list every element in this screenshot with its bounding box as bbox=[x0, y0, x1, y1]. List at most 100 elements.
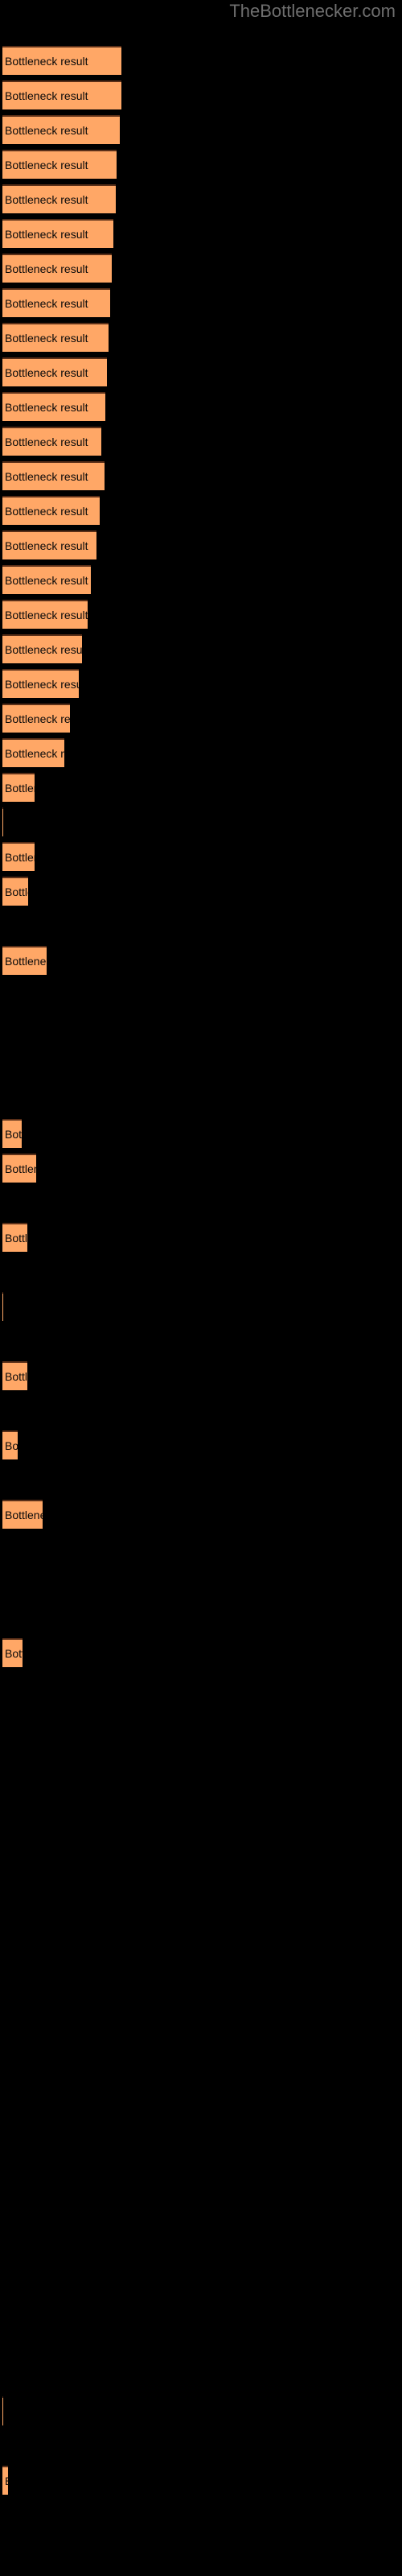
bar-row: Bottleneck result bbox=[0, 219, 402, 248]
bar-segment[interactable]: Bottleneck result bbox=[2, 461, 105, 490]
bar-segment[interactable]: Bottleneck result bbox=[2, 738, 64, 767]
bar-value-label: Bottleneck result bbox=[5, 193, 88, 206]
bar-row: Bottleneck result bbox=[0, 842, 402, 871]
bar-segment[interactable]: Bottleneck result bbox=[2, 877, 28, 906]
bar-row: Bottleneck result bbox=[0, 323, 402, 352]
bar-value-label: Bottleneck result bbox=[5, 436, 88, 448]
bar-segment[interactable]: Bottleneck result bbox=[2, 842, 35, 871]
bar-row: Bottleneck result bbox=[0, 427, 402, 456]
bar-segment[interactable]: Bottleneck result bbox=[2, 1292, 3, 1321]
bar-row: Bottleneck result bbox=[0, 807, 402, 836]
bar-value-label: Bottleneck result bbox=[5, 678, 79, 691]
bar-row: Bottleneck result bbox=[0, 461, 402, 490]
bar-segment[interactable]: Bottleneck result bbox=[2, 946, 47, 975]
bar-segment[interactable]: Bottleneck result bbox=[2, 496, 100, 525]
bar-row: Bottleneck result bbox=[0, 773, 402, 802]
bar-value-label: Bottleneck result bbox=[5, 2474, 8, 2488]
bar-value-label: Bottleneck result bbox=[5, 228, 88, 241]
bar-row: Bottleneck result bbox=[0, 1361, 402, 1390]
bar-value-label: Bottleneck result bbox=[5, 89, 88, 102]
bar-value-label: Bottleneck result bbox=[5, 886, 28, 898]
bar-segment[interactable]: Bottleneck result bbox=[2, 80, 121, 109]
chart-plot-area: Bottleneck result Bottleneck result Bottle… bbox=[0, 0, 402, 2576]
bar-segment[interactable]: Bottleneck result bbox=[2, 115, 120, 144]
bar-row: Bottleneck result bbox=[0, 46, 402, 75]
bar-segment[interactable]: Bottleneck result bbox=[2, 392, 105, 421]
bar-value-label: Bottleneck result bbox=[5, 470, 88, 483]
bar-row: Bottleneck result bbox=[0, 738, 402, 767]
bar-segment[interactable]: Bottleneck result bbox=[2, 219, 113, 248]
bar-row: Bottleneck result bbox=[0, 496, 402, 525]
bar-row: Bottleneck result bbox=[0, 150, 402, 179]
bar-segment[interactable]: Bottleneck result bbox=[2, 288, 110, 317]
bar-row: Bottleneck result bbox=[0, 2466, 402, 2495]
bar-value-label: Bottleneck result bbox=[5, 55, 88, 68]
bar-value-label: Bottleneck result bbox=[5, 262, 88, 275]
bar-segment[interactable]: Bottleneck result bbox=[2, 254, 112, 283]
bar-value-label: Bottleneck result bbox=[5, 712, 70, 725]
bar-row: Bottleneck result bbox=[0, 600, 402, 629]
bar-value-label: Bottleneck result bbox=[5, 1162, 36, 1175]
bar-value-label: Bottleneck result bbox=[5, 1232, 27, 1245]
bar-row: Bottleneck result bbox=[0, 80, 402, 109]
bar-value-label: Bottleneck result bbox=[5, 1370, 27, 1383]
bar-value-label: Bottleneck result bbox=[5, 747, 64, 760]
bar-row: Bottleneck result bbox=[0, 877, 402, 906]
bar-value-label: Bottleneck result bbox=[5, 782, 35, 795]
bar-value-label: Bottleneck result bbox=[5, 332, 88, 345]
bar-segment[interactable]: Bottleneck result bbox=[2, 773, 35, 802]
bar-row: Bottleneck result bbox=[0, 1638, 402, 1667]
bar-row: Bottleneck result bbox=[0, 530, 402, 559]
bar-row: Bottleneck result bbox=[0, 946, 402, 975]
bar-row: Bottleneck result bbox=[0, 1154, 402, 1183]
bar-segment[interactable]: Bottleneck result bbox=[2, 1223, 27, 1252]
bar-segment[interactable]: Bottleneck result bbox=[2, 357, 107, 386]
bar-segment[interactable]: Bottleneck result bbox=[2, 669, 79, 698]
bar-row: Bottleneck result bbox=[0, 357, 402, 386]
bar-segment[interactable]: Bottleneck result bbox=[2, 1154, 36, 1183]
bar-row: Bottleneck result bbox=[0, 1500, 402, 1529]
bar-segment[interactable]: Bottleneck result bbox=[2, 184, 116, 213]
bar-value-label: Bottleneck result bbox=[5, 505, 88, 518]
bar-segment[interactable]: Bottleneck result bbox=[2, 1119, 22, 1148]
bar-value-label: Bottleneck result bbox=[5, 643, 82, 656]
bar-row: Bottleneck result bbox=[0, 288, 402, 317]
bar-row: Bottleneck result bbox=[0, 704, 402, 733]
bar-value-label: Bottleneck result bbox=[5, 366, 88, 379]
bar-value-label: Bottleneck result bbox=[5, 297, 88, 310]
bar-value-label: Bottleneck result bbox=[5, 159, 88, 171]
bar-segment[interactable]: Bottleneck result bbox=[2, 2396, 3, 2425]
bar-row: Bottleneck result bbox=[0, 1119, 402, 1148]
bottleneck-bar-chart: TheBottlenecker.com Bottleneck result Bot… bbox=[0, 0, 402, 2576]
bar-segment[interactable]: Bottleneck result bbox=[2, 427, 101, 456]
bar-value-label: Bottleneck result bbox=[5, 1647, 23, 1660]
bar-row: Bottleneck result bbox=[0, 1430, 402, 1459]
bar-row: Bottleneck result bbox=[0, 1292, 402, 1321]
bar-segment[interactable]: Bottleneck result bbox=[2, 1638, 23, 1667]
bar-segment[interactable]: Bottleneck result bbox=[2, 1430, 18, 1459]
bar-row: Bottleneck result bbox=[0, 184, 402, 213]
bar-value-label: Bottleneck result bbox=[5, 539, 88, 552]
bar-segment[interactable]: Bottleneck result bbox=[2, 634, 82, 663]
bar-segment[interactable]: Bottleneck result bbox=[2, 600, 88, 629]
bar-value-label: Bottleneck result bbox=[5, 1128, 22, 1141]
bar-segment[interactable]: Bottleneck result bbox=[2, 530, 96, 559]
bar-row: Bottleneck result bbox=[0, 2396, 402, 2425]
bar-row: Bottleneck result bbox=[0, 115, 402, 144]
bar-value-label: Bottleneck result bbox=[5, 124, 88, 137]
bar-value-label: Bottleneck result bbox=[5, 851, 35, 864]
bar-value-label: Bottleneck result bbox=[5, 1439, 18, 1452]
bar-segment[interactable]: Bottleneck result bbox=[2, 46, 121, 75]
bar-segment[interactable]: Bottleneck result bbox=[2, 1500, 43, 1529]
bar-segment[interactable]: Bottleneck result bbox=[2, 1361, 27, 1390]
bar-value-label: Bottleneck result bbox=[5, 955, 47, 968]
bar-row: Bottleneck result bbox=[0, 392, 402, 421]
bar-segment[interactable]: Bottleneck result bbox=[2, 704, 70, 733]
bar-row: Bottleneck result bbox=[0, 565, 402, 594]
bar-value-label: Bottleneck result bbox=[5, 609, 88, 621]
bar-segment[interactable]: Bottleneck result bbox=[2, 150, 117, 179]
bar-segment[interactable]: Bottleneck result bbox=[2, 323, 109, 352]
bar-segment[interactable]: Bottleneck result bbox=[2, 2466, 8, 2495]
bar-segment[interactable]: Bottleneck result bbox=[2, 565, 91, 594]
bar-segment[interactable]: Bottleneck result bbox=[2, 807, 3, 836]
